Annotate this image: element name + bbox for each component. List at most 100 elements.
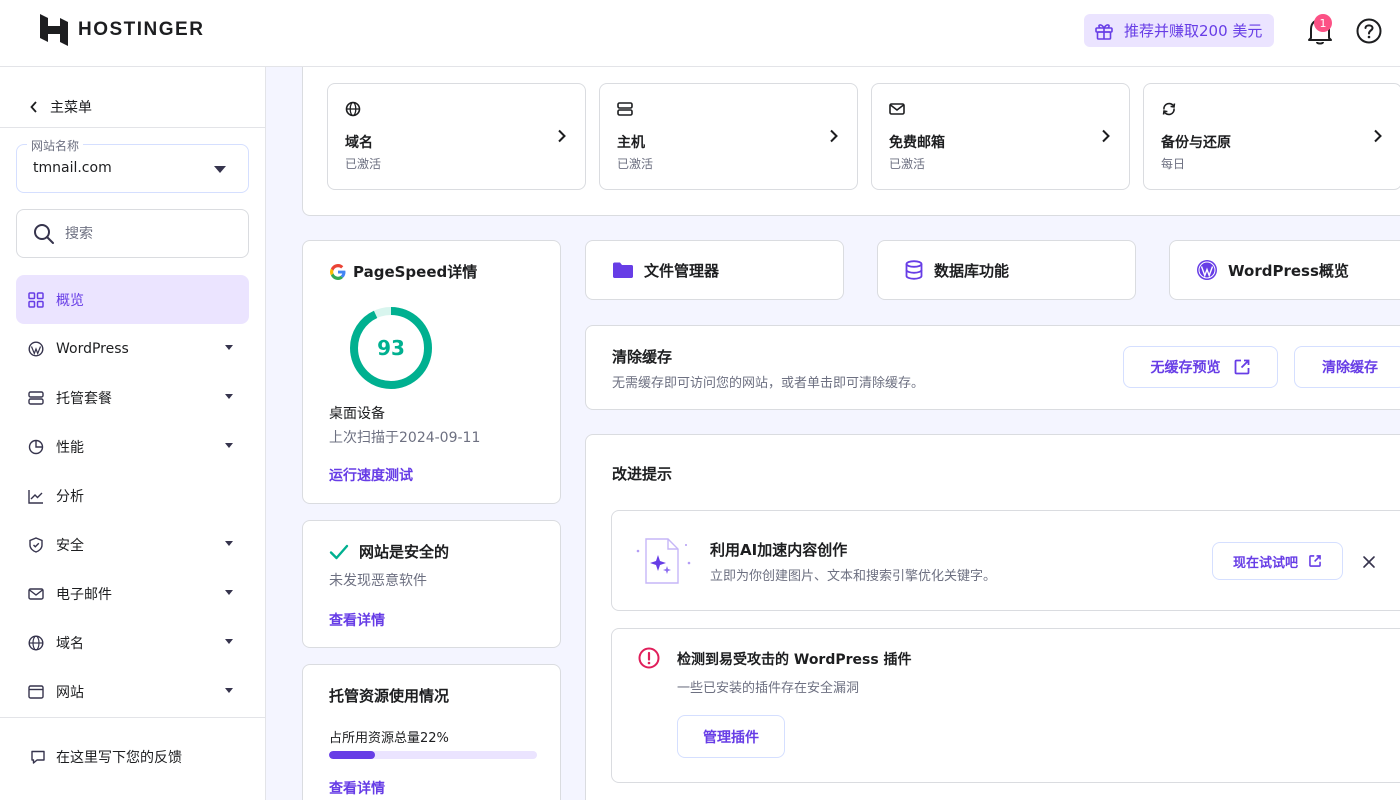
wordpress-overview-button[interactable]: WordPress概览 [1169,240,1400,300]
chevron-right-icon [830,129,838,143]
sidebar-item-label: 概览 [56,292,84,309]
quick-card-status: 已激活 [889,157,926,171]
usage-progress-fill [329,751,375,759]
sidebar-item-analytics[interactable]: 分析 [16,471,249,520]
manage-plugins-button[interactable]: 管理插件 [677,715,785,758]
security-subtitle: 未发现恶意软件 [329,573,427,589]
external-link-icon [1234,359,1249,375]
try-now-button[interactable]: 现在试试吧 [1212,542,1343,580]
plugin-warning-subtitle: 一些已安装的插件存在安全漏洞 [677,681,860,696]
quick-card-status: 已激活 [345,157,382,171]
security-title: 网站是安全的 [359,543,450,561]
brand-name: HOSTINGER [78,19,205,40]
alert-circle-icon [638,647,660,669]
feedback-link[interactable]: 在这里写下您的反馈 [30,747,182,767]
shield-icon [29,536,43,553]
sidebar-item-hosting-plan[interactable]: 托管套餐 [16,373,249,422]
quick-card-title: 备份与还原 [1161,135,1231,151]
main-menu-back-link[interactable]: 主菜单 [30,97,92,117]
google-icon [330,263,346,280]
pagespeed-card: PageSpeed详情 93 桌面设备 上次扫描于2024-09-11 运行速度… [302,240,561,504]
ai-tip-subtitle: 立即为你创建图片、文本和搜索引擎优化关键字。 [710,569,997,584]
sidebar-item-label: 托管套餐 [56,390,112,407]
mail-icon [28,587,44,600]
sidebar-item-label: 网站 [56,684,84,701]
sidebar-item-label: 分析 [56,488,84,505]
sidebar-item-email[interactable]: 电子邮件 [16,569,249,618]
server-icon [617,102,633,116]
sidebar-item-label: 性能 [56,439,84,456]
chevron-right-icon [1374,129,1382,143]
services-panel: 域名 已激活 主机 已激活 免费邮箱 已激活 备份与还原 每日 [302,67,1400,216]
chevron-down-icon [225,443,233,448]
quick-card-title: 域名 [345,135,373,151]
hostinger-logo-icon [40,14,68,46]
sidebar-search[interactable] [16,209,249,258]
try-now-label: 现在试试吧 [1232,555,1298,571]
site-name-select[interactable]: 网站名称 tmnail.com [16,137,249,193]
chevron-down-icon [225,394,233,399]
clear-cache-button[interactable]: 清除缓存 [1294,346,1400,388]
referral-button[interactable]: 推荐并赚取200 美元 [1084,14,1275,47]
ai-content-tip: 利用AI加速内容创作 立即为你创建图片、文本和搜索引擎优化关键字。 现在试试吧 [611,510,1400,611]
improvement-tips-card: 改进提示 利用AI加速内容创作 立即为你创建图片、文本和搜索引擎优化关键字。 现… [585,434,1400,800]
caret-down-icon [214,166,226,173]
back-label: 主菜单 [50,100,92,116]
sidebar-item-wordpress[interactable]: WordPress [16,324,249,373]
site-select-value: tmnail.com [33,160,112,176]
manage-plugins-label: 管理插件 [703,729,759,746]
hostinger-logo[interactable]: HOSTINGER [40,14,204,46]
sync-icon [1162,102,1176,116]
chevron-down-icon [225,639,233,644]
pagespeed-title-label: PageSpeed详情 [353,263,478,281]
divider [0,127,266,128]
pagespeed-score: 93 [377,336,405,360]
check-icon [329,544,349,559]
close-icon[interactable] [1362,555,1376,569]
sidebar-item-performance[interactable]: 性能 [16,422,249,471]
sidebar-item-label: 电子邮件 [56,586,112,603]
cache-title: 清除缓存 [612,348,673,366]
sidebar-item-website[interactable]: 网站 [16,667,249,716]
clear-cache-label: 清除缓存 [1322,360,1378,376]
security-header: 网站是安全的 [329,541,449,562]
quick-card-status: 已激活 [617,157,654,171]
usage-details-link[interactable]: 查看详情 [329,778,385,798]
pagespeed-title: PageSpeed详情 [329,261,477,282]
sidebar-item-label: 域名 [56,635,84,652]
grid-icon [28,291,44,308]
globe-icon [345,101,361,117]
security-details-link[interactable]: 查看详情 [329,610,385,630]
sidebar-item-label: 安全 [56,537,84,554]
database-icon [905,260,923,280]
sidebar-item-domains[interactable]: 域名 [16,618,249,667]
quick-card-free-email[interactable]: 免费邮箱 已激活 [871,83,1130,190]
wordpress-icon [1197,260,1217,280]
file-manager-button[interactable]: 文件管理器 [585,240,844,300]
sidebar-item-overview[interactable]: 概览 [16,275,249,324]
help-icon[interactable] [1356,18,1382,44]
quick-card-backups[interactable]: 备份与还原 每日 [1143,83,1400,190]
chevron-down-icon [225,345,233,350]
pie-chart-icon [28,439,44,454]
quick-card-hosting[interactable]: 主机 已激活 [599,83,858,190]
pagespeed-device: 桌面设备 [329,406,385,422]
tool-label: 数据库功能 [934,261,1010,280]
no-cache-preview-label: 无缓存预览 [1150,360,1221,376]
chevron-down-icon [225,688,233,693]
chevron-left-icon [30,101,37,113]
tips-title: 改进提示 [612,465,673,483]
database-button[interactable]: 数据库功能 [877,240,1136,300]
wordpress-icon [28,340,44,357]
folder-icon [613,262,633,278]
no-cache-preview-button[interactable]: 无缓存预览 [1123,346,1278,388]
divider [0,717,266,718]
security-card: 网站是安全的 未发现恶意软件 查看详情 [302,520,561,648]
run-speed-test-link[interactable]: 运行速度测试 [329,465,413,485]
search-input[interactable] [65,225,225,242]
quick-card-domain[interactable]: 域名 已激活 [327,83,586,190]
chevron-down-icon [225,590,233,595]
ai-tip-title: 利用AI加速内容创作 [710,541,848,559]
sidebar-item-security[interactable]: 安全 [16,520,249,569]
sidebar: 主菜单 网站名称 tmnail.com 概览 Wo [0,67,266,800]
